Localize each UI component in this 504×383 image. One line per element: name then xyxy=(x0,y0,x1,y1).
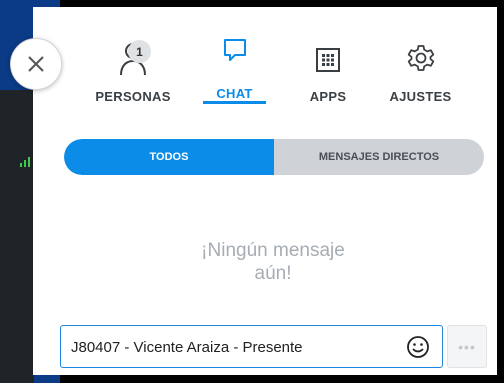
gear-icon xyxy=(407,45,434,71)
empty-state-line-2: aún! xyxy=(254,263,292,284)
message-composer xyxy=(60,325,443,368)
background-sidebar xyxy=(0,90,34,383)
tab-bar: PERSONAS 1 CHAT APPS AJUSTES xyxy=(33,7,497,107)
tab-chat[interactable]: CHAT xyxy=(203,7,266,107)
tab-ajustes-label: AJUSTES xyxy=(389,89,452,104)
filter-todos-button[interactable]: TODOS xyxy=(64,139,274,175)
active-tab-indicator xyxy=(203,101,266,104)
message-filter-toggle: TODOS MENSAJES DIRECTOS xyxy=(64,139,484,175)
tab-apps-label: APPS xyxy=(309,89,347,104)
tab-personas-label: PERSONAS xyxy=(95,89,171,104)
filter-direct-messages-button[interactable]: MENSAJES DIRECTOS xyxy=(274,139,484,175)
empty-state-message: ¡Ningún mensaje aún! xyxy=(183,239,363,285)
emoji-icon[interactable] xyxy=(406,335,430,359)
apps-grid-icon xyxy=(316,48,340,72)
message-input[interactable] xyxy=(71,336,391,358)
signal-strength-icon xyxy=(20,157,30,167)
close-icon xyxy=(28,56,44,72)
tab-chat-label: CHAT xyxy=(216,86,253,101)
people-count-badge: 1 xyxy=(128,40,151,63)
tab-ajustes[interactable]: AJUSTES xyxy=(378,7,463,107)
more-options-button[interactable]: ••• xyxy=(447,325,487,368)
empty-state-line-1: ¡Ningún mensaje xyxy=(201,240,345,261)
more-options-icon: ••• xyxy=(458,338,476,355)
tab-apps[interactable]: APPS xyxy=(293,7,363,107)
chat-panel: PERSONAS 1 CHAT APPS AJUSTES TODOS MENSA… xyxy=(33,7,497,375)
chat-bubble-icon xyxy=(223,39,246,61)
close-button[interactable] xyxy=(10,38,62,90)
